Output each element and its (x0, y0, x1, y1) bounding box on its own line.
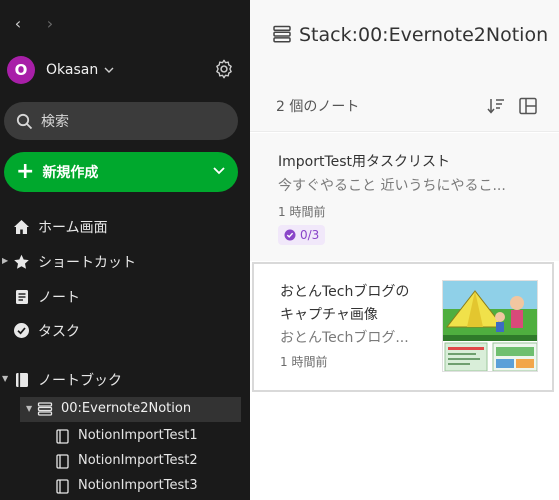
search-icon (16, 113, 33, 129)
sidebar-item-stack[interactable]: ▼ 00:Evernote2Notion (20, 397, 241, 422)
avatar: O (7, 56, 35, 84)
search-box[interactable]: 検索 (4, 102, 238, 140)
new-note-label: 新規作成 (42, 165, 99, 181)
note-icon (13, 288, 30, 305)
chevron-down-icon (104, 67, 114, 73)
sidebar-item-label: タスク (38, 324, 80, 340)
plus-icon: + (16, 159, 35, 184)
note-count: 2 個のノート (276, 99, 360, 115)
note-snippet: 今すぐやること 近いうちにやるこ... (278, 178, 506, 194)
history-nav: ‹ › (10, 14, 58, 33)
note-time: 1 時間前 (280, 355, 328, 369)
notebook-label: NotionImportTest2 (78, 453, 198, 468)
sidebar-item-label: ホーム画面 (38, 220, 108, 236)
chevron-down-icon[interactable] (212, 164, 226, 178)
sidebar-item-notebook[interactable]: NotionImportTest2 (0, 449, 250, 474)
page-title: Stack:00:Evernote2Notion (299, 24, 549, 46)
sidebar-item-notes[interactable]: ノート (0, 282, 250, 310)
stack-icon (37, 401, 53, 421)
sidebar-item-shortcuts[interactable]: ▶ ショートカット (0, 247, 250, 275)
note-time: 1 時間前 (278, 205, 326, 219)
sidebar-item-label: ノート (38, 290, 80, 306)
task-progress: 0/3 (300, 228, 320, 242)
sort-icon[interactable] (486, 96, 506, 116)
new-note-button[interactable]: + 新規作成 (4, 152, 238, 192)
stack-label: 00:Evernote2Notion (61, 401, 192, 416)
sidebar-item-home[interactable]: ホーム画面 (0, 212, 250, 240)
notebook-icon (56, 479, 69, 498)
note-thumbnail (442, 280, 538, 372)
forward-arrow-icon[interactable]: › (42, 14, 58, 33)
account-name: Okasan (46, 62, 99, 78)
note-title: ImportTest用タスクリスト (278, 154, 451, 170)
sidebar-item-label: ショートカット (38, 255, 136, 271)
star-icon (13, 253, 30, 270)
search-label: 検索 (41, 114, 69, 130)
gear-icon[interactable] (213, 58, 235, 80)
note-title-line1: おとんTechブログの (280, 284, 410, 300)
home-icon (13, 218, 30, 235)
view-icon[interactable] (518, 96, 538, 116)
notebook-icon (56, 454, 69, 473)
note-list-header: Stack:00:Evernote2Notion 2 個のノート (250, 0, 559, 132)
note-card[interactable]: ImportTest用タスクリスト 今すぐやること 近いうちにやるこ... 1 … (250, 133, 559, 261)
notebook-label: NotionImportTest3 (78, 478, 198, 493)
notebook-icon (13, 371, 30, 388)
note-title-line2: キャプチャ画像 (280, 307, 378, 323)
sidebar: ‹ › O Okasan 検索 + 新規作成 ホーム画面 ▶ ショートカット ノ… (0, 0, 250, 500)
task-check-icon (284, 229, 296, 241)
account-switcher[interactable]: O Okasan (7, 56, 114, 84)
sidebar-item-label: ノートブック (38, 373, 122, 389)
sidebar-item-tasks[interactable]: タスク (0, 316, 250, 344)
notebook-icon (56, 429, 69, 448)
task-progress-badge: 0/3 (278, 225, 326, 245)
task-check-icon (13, 322, 30, 339)
sidebar-item-notebook[interactable]: NotionImportTest3 (0, 474, 250, 499)
note-card-selected[interactable]: おとんTechブログの キャプチャ画像 おとんTechブログ... 1 時間前 (252, 262, 554, 392)
note-snippet: おとんTechブログ... (280, 330, 409, 346)
back-arrow-icon[interactable]: ‹ (10, 14, 26, 33)
expand-arrow-icon[interactable]: ▶ (2, 256, 8, 265)
sidebar-item-notebook[interactable]: NotionImportTest1 (0, 424, 250, 449)
collapse-arrow-icon[interactable]: ▼ (2, 374, 8, 383)
note-list-panel: Stack:00:Evernote2Notion 2 個のノート ImportT… (250, 0, 559, 500)
stack-icon (273, 25, 291, 43)
sidebar-item-notebooks[interactable]: ▼ ノートブック (0, 365, 250, 393)
notebook-label: NotionImportTest1 (78, 428, 198, 443)
collapse-arrow-icon[interactable]: ▼ (26, 404, 32, 413)
